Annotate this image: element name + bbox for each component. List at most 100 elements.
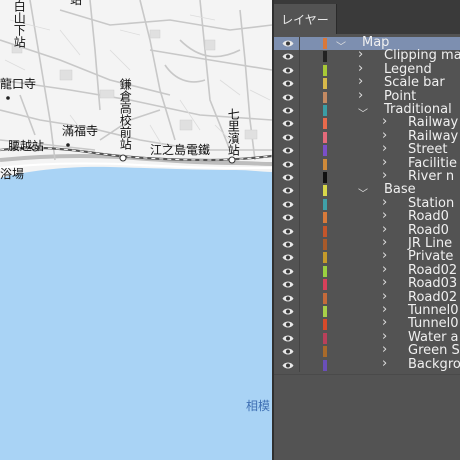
layer-color-swatch	[323, 172, 327, 183]
map-canvas[interactable]: 站 白山下站 龍口寺 鎌倉高校前站 滿福寺 腰越站 浴場 江之島電鐵 七里濱站 …	[0, 0, 272, 460]
layer-color-swatch	[323, 225, 327, 237]
eye-icon[interactable]	[282, 294, 294, 303]
lock-column	[299, 184, 300, 198]
layer-color-swatch	[323, 145, 327, 157]
layer-color-swatch	[323, 131, 327, 143]
eye-icon[interactable]	[282, 267, 294, 276]
map-label-ryukoji: 龍口寺	[0, 77, 37, 91]
eye-icon[interactable]	[282, 66, 294, 75]
layer-color-swatch	[323, 212, 327, 224]
layer-row[interactable]: › River n	[274, 168, 460, 185]
lock-column	[299, 90, 300, 104]
lock-column	[299, 171, 300, 185]
map-label-sagami: 相模	[246, 399, 271, 413]
layer-color-swatch	[323, 158, 327, 170]
layer-row[interactable]: › Backgro	[274, 356, 460, 372]
lock-column	[299, 197, 300, 212]
sea-area	[0, 166, 272, 460]
layer-color-swatch	[323, 252, 327, 264]
eye-icon[interactable]	[282, 200, 294, 209]
lock-column	[299, 117, 300, 131]
map-graphics	[0, 0, 272, 460]
lock-column	[299, 211, 300, 225]
lock-column	[299, 63, 300, 78]
layer-color-swatch	[323, 64, 327, 76]
eye-icon[interactable]	[282, 334, 294, 343]
layer-color-swatch	[323, 185, 327, 197]
eye-icon[interactable]	[282, 186, 294, 195]
lock-column	[299, 305, 300, 319]
eye-icon[interactable]	[282, 106, 294, 115]
layer-color-swatch	[323, 279, 327, 291]
eye-icon[interactable]	[282, 146, 294, 155]
eye-icon[interactable]	[282, 240, 294, 249]
layer-color-swatch	[323, 51, 327, 63]
layer-color-swatch	[323, 38, 327, 49]
map-label-koshigoe: 腰越站	[8, 139, 45, 153]
layer-color-swatch	[323, 105, 327, 116]
lock-column	[299, 77, 300, 91]
eye-icon[interactable]	[282, 361, 294, 370]
map-label-mampukuji: 滿福寺	[62, 124, 99, 138]
layer-color-swatch	[323, 118, 327, 130]
lock-column	[299, 345, 300, 359]
lock-column	[299, 278, 300, 292]
layer-color-swatch	[323, 306, 327, 317]
layer-color-swatch	[323, 332, 327, 344]
layer-row[interactable]: › Clipping ma	[274, 47, 460, 64]
eye-icon[interactable]	[282, 173, 294, 182]
layer-color-swatch	[323, 319, 327, 331]
eye-icon[interactable]	[282, 253, 294, 262]
layer-row[interactable]: › Scale bar	[274, 74, 460, 91]
layer-label: Backgro	[408, 356, 460, 372]
map-label-fragment: 站	[70, 0, 83, 7]
lock-column	[299, 318, 300, 332]
eye-icon[interactable]	[282, 320, 294, 329]
eye-icon[interactable]	[282, 280, 294, 289]
lock-column	[299, 264, 300, 279]
panel-tab-bar: レイヤー	[274, 0, 460, 34]
chevron-right-icon[interactable]: ›	[358, 88, 363, 103]
map-label-kamakura-koko-mae: 鎌倉高校前站	[118, 78, 133, 150]
eye-icon[interactable]	[282, 93, 294, 102]
lock-column	[299, 37, 300, 51]
layer-color-swatch	[323, 91, 327, 103]
layer-color-swatch	[323, 78, 327, 90]
map-label-enoden: 江之島電鐵	[150, 143, 211, 157]
eye-icon[interactable]	[282, 133, 294, 142]
lock-column	[299, 130, 300, 145]
eye-icon[interactable]	[282, 227, 294, 236]
map-label-station-shimo: 白山下站	[12, 0, 27, 48]
layer-list-divider	[274, 374, 460, 375]
layer-color-swatch	[323, 198, 327, 210]
lock-column	[299, 50, 300, 64]
layer-color-swatch	[323, 239, 327, 250]
lock-column	[299, 331, 300, 346]
layer-color-swatch	[323, 292, 327, 304]
eye-icon[interactable]	[282, 39, 294, 48]
eye-icon[interactable]	[282, 79, 294, 88]
layers-panel: レイヤー ﹀ Map › Clipping ma › Legend › Scale bar › P…	[272, 0, 460, 460]
lock-column	[299, 251, 300, 265]
layer-color-swatch	[323, 359, 327, 371]
eye-icon[interactable]	[282, 119, 294, 128]
eye-icon[interactable]	[282, 52, 294, 61]
lock-column	[299, 358, 300, 372]
layer-color-swatch	[323, 265, 327, 277]
lock-column	[299, 238, 300, 252]
lock-column	[299, 291, 300, 305]
lock-column	[299, 224, 300, 238]
eye-icon[interactable]	[282, 347, 294, 356]
map-label-shichirigahama: 七里濱站	[226, 108, 241, 156]
lock-column	[299, 104, 300, 118]
lock-column	[299, 144, 300, 158]
eye-icon[interactable]	[282, 160, 294, 169]
eye-icon[interactable]	[282, 307, 294, 316]
chevron-right-icon[interactable]: ›	[382, 168, 387, 183]
layer-color-swatch	[323, 346, 327, 358]
map-label-yokujo: 浴場	[0, 167, 25, 181]
tab-layers[interactable]: レイヤー	[274, 4, 337, 34]
eye-icon[interactable]	[282, 213, 294, 222]
lock-column	[299, 157, 300, 171]
chevron-right-icon[interactable]: ›	[382, 356, 387, 371]
